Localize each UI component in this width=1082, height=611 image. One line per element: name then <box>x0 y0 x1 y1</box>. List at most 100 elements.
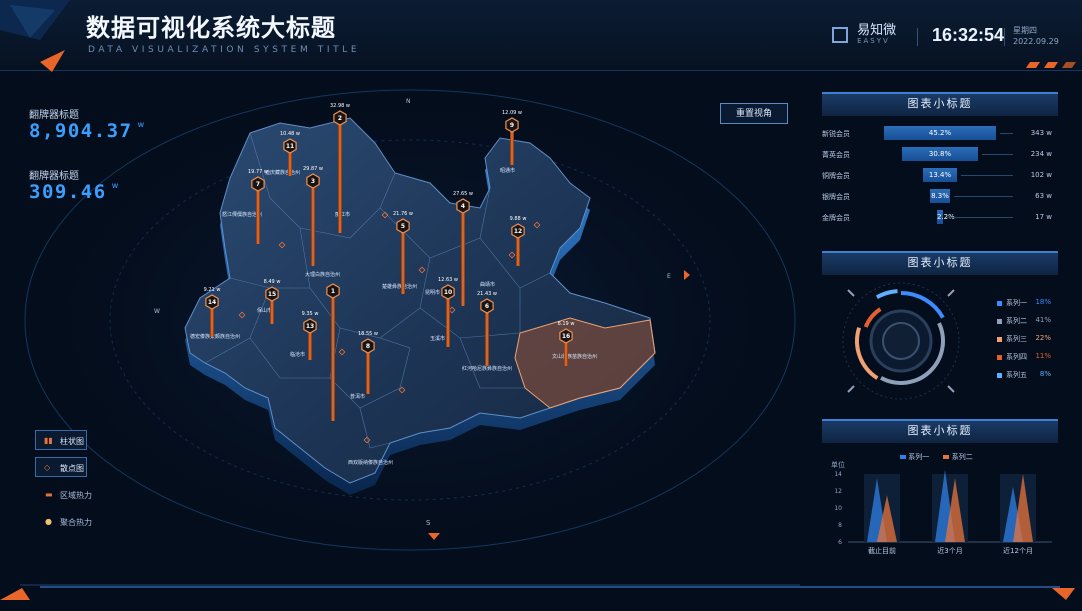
pin-pillar <box>331 291 335 421</box>
pin-value: 19.77 w <box>248 169 268 175</box>
x-tick-label: 截止目前 <box>868 546 896 555</box>
pin-value: 10.48 w <box>280 131 300 137</box>
donut-chart <box>842 282 960 400</box>
pin-number: 16 <box>562 333 570 340</box>
legend-name: 系列四 <box>1006 353 1027 361</box>
pin-value: 27.65 w <box>453 191 473 197</box>
map-region-label: 玉溪市 <box>430 335 445 342</box>
donut-legend-row: 系列四 11% <box>997 351 1057 365</box>
legend-scatter-button[interactable]: ◇ 散点图 <box>35 457 87 477</box>
legend-bar-chart-button[interactable]: ▮▮ 柱状图 <box>35 430 87 450</box>
date-label: 2022.09.29 <box>1013 37 1059 46</box>
pin-number: 6 <box>485 303 489 310</box>
pin-number: 5 <box>401 223 405 230</box>
y-tick-label: 10 <box>834 505 842 512</box>
legend-area-heat-toggle[interactable]: ▬ 区域热力 <box>35 485 105 505</box>
pin-number: 12 <box>514 228 522 235</box>
weekday-label: 星期四 <box>1013 26 1037 35</box>
funnel-bar: 8.3% <box>929 189 951 203</box>
legend-name: 系列二 <box>1006 317 1027 325</box>
pin-number: 2 <box>338 115 342 122</box>
pin-value: 18.55 w <box>358 331 378 337</box>
funnel-leader-line <box>982 154 1013 155</box>
donut-segment <box>875 289 898 299</box>
province-map[interactable]: 怒江傈僳族自治州 迪庆藏族自治州 丽江市 大理白族自治州 保山市 临沧市 普洱市… <box>150 88 710 558</box>
map-region-label: 保山市 <box>257 307 272 314</box>
funnel-label: 铜牌会员 <box>822 172 850 180</box>
funnel-bar: 2.2% <box>937 210 955 224</box>
pin-value: 12.63 w <box>438 277 458 283</box>
logo-subname: EASYV <box>857 37 890 45</box>
stat-unit: w <box>137 120 145 129</box>
map-region-label: 昭通市 <box>500 167 515 174</box>
pin-number: 10 <box>444 289 452 296</box>
compass-south: S <box>426 519 431 527</box>
funnel-row: 银牌会员 8.3% 63 w <box>822 187 1058 206</box>
funnel-value: 102 w <box>1030 171 1052 179</box>
funnel-label: 银牌会员 <box>822 193 850 201</box>
legend-label: 区域热力 <box>60 491 92 500</box>
map-region-label: 曲靖市 <box>480 281 495 288</box>
page-subtitle: DATA VISUALIZATION SYSTEM TITLE <box>88 45 361 55</box>
reset-view-button[interactable]: 重置视角 <box>720 103 788 124</box>
map-region-label: 文山壮族苗族自治州 <box>552 353 597 360</box>
stat-value: 309.46 <box>29 181 107 203</box>
donut-legend-row: 系列二 41% <box>997 315 1057 329</box>
pin-value: 9.35 w <box>302 311 319 317</box>
stat-value: 8,904.37 <box>29 120 133 142</box>
legend-swatch <box>997 337 1002 342</box>
header-divider <box>1004 28 1005 46</box>
y-tick-label: 8 <box>838 522 842 529</box>
legend-swatch <box>997 301 1002 306</box>
logo-icon <box>832 26 848 43</box>
pin-value: 29.87 w <box>303 166 323 172</box>
funnel-value: 63 w <box>1035 192 1052 200</box>
pin-pillar <box>401 226 405 294</box>
pin-number: 7 <box>256 181 260 188</box>
compass-north: N <box>406 98 411 105</box>
brand-logo: 易知微 EASYV <box>832 24 896 45</box>
south-marker-icon <box>428 533 440 540</box>
y-tick-label: 14 <box>834 471 842 478</box>
panel-3-title: 图表小标题 <box>822 419 1058 443</box>
legend-name: 系列一 <box>1006 299 1027 307</box>
pin-number: 3 <box>311 178 315 185</box>
funnel-leader-line <box>960 175 1013 176</box>
pin-pillar <box>311 181 315 266</box>
cluster-heat-icon: ● <box>45 517 52 526</box>
legend-label: 聚合热力 <box>60 518 92 527</box>
pin-number: 4 <box>461 203 465 210</box>
funnel-label: 金牌会员 <box>822 214 850 222</box>
pin-pillar <box>256 184 260 244</box>
y-tick-label: 12 <box>834 488 842 495</box>
legend-cluster-heat-toggle[interactable]: ● 聚合热力 <box>35 512 105 532</box>
legend-swatch <box>997 373 1002 378</box>
map-region-label: 迪庆藏族自治州 <box>265 169 300 176</box>
pin-pillar <box>485 306 489 366</box>
scatter-diamond-icon: ◇ <box>44 463 51 472</box>
corner-ornament <box>0 0 70 72</box>
funnel-leader-line <box>1000 133 1013 134</box>
x-tick-label: 近3个月 <box>937 546 962 555</box>
donut-legend-row: 系列三 22% <box>997 333 1057 347</box>
legend-name: 系列三 <box>1006 335 1027 343</box>
pin-number: 15 <box>268 291 276 298</box>
map-region-label: 西双版纳傣族自治州 <box>348 459 393 466</box>
pin-pillar <box>461 206 465 306</box>
pin-value: 21.76 w <box>393 211 413 217</box>
legend-series-2: 系列二 <box>951 453 973 461</box>
legend-value: 18% <box>1035 298 1051 306</box>
triangle-area-chart: 6 8 10 12 14 截止目前 近3个月 近12个月 <box>834 469 1052 555</box>
x-tick-label: 近12个月 <box>1003 546 1033 555</box>
pin-pillar <box>338 118 342 233</box>
map-region-label: 普洱市 <box>350 393 365 400</box>
chart-legend: 系列一 系列二 <box>900 452 973 462</box>
funnel-row: 新锐会员 45.2% 343 w <box>822 124 1058 143</box>
compass-west: W <box>154 308 160 315</box>
pin-number: 9 <box>510 122 514 129</box>
legend-swatch <box>997 319 1002 324</box>
pin-value: 9.88 w <box>510 216 527 222</box>
map-region-label: 昆明市 <box>425 289 440 296</box>
stat-block: 309.46 w <box>29 181 118 203</box>
panel-1-title: 图表小标题 <box>822 92 1058 116</box>
